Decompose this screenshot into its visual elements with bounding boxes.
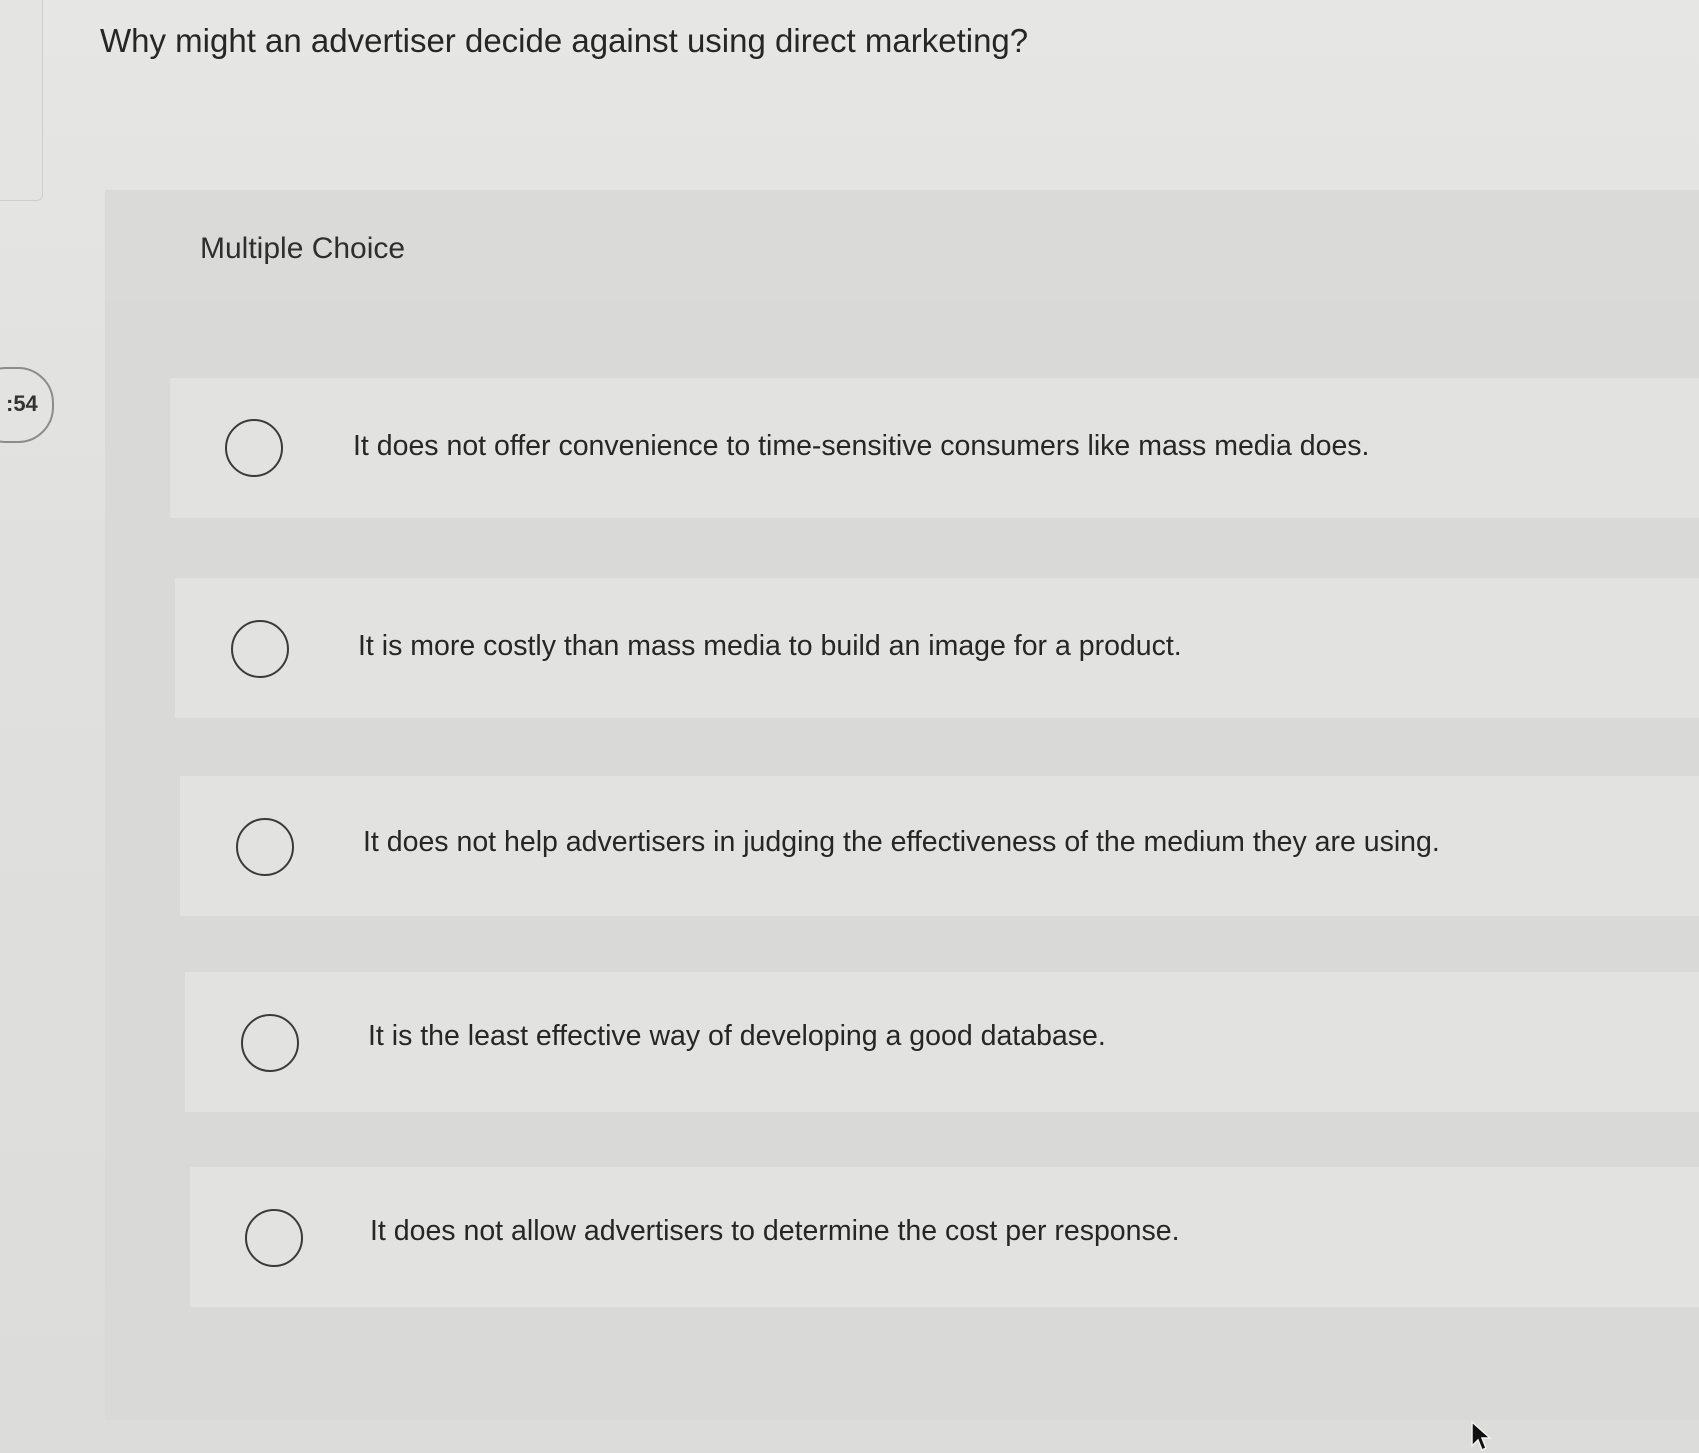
radio-unselected-icon[interactable] bbox=[225, 419, 283, 477]
mouse-pointer-icon bbox=[1471, 1420, 1492, 1452]
timer-text: :54 bbox=[6, 391, 38, 416]
radio-unselected-icon[interactable] bbox=[231, 620, 289, 678]
radio-unselected-icon[interactable] bbox=[236, 818, 294, 876]
answer-option-a[interactable]: It does not offer convenience to time-se… bbox=[170, 378, 1699, 518]
answer-option-b[interactable]: It is more costly than mass media to bui… bbox=[175, 578, 1699, 718]
answer-option-d[interactable]: It is the least effective way of develop… bbox=[185, 972, 1699, 1112]
answer-option-e-label: It does not allow advertisers to determi… bbox=[370, 1215, 1180, 1247]
timer-badge: :54 bbox=[0, 367, 54, 443]
answer-option-a-label: It does not offer convenience to time-se… bbox=[353, 430, 1370, 462]
answer-option-c[interactable]: It does not help advertisers in judging … bbox=[180, 776, 1699, 916]
answer-option-b-label: It is more costly than mass media to bui… bbox=[358, 630, 1182, 662]
answer-option-c-label: It does not help advertisers in judging … bbox=[363, 826, 1440, 858]
radio-unselected-icon[interactable] bbox=[245, 1209, 303, 1267]
quiz-page: :54 Why might an advertiser decide again… bbox=[0, 0, 1699, 1453]
answer-option-e[interactable]: It does not allow advertisers to determi… bbox=[190, 1167, 1699, 1307]
left-sidebar bbox=[0, 0, 43, 201]
question-type-label: Multiple Choice bbox=[200, 232, 406, 265]
question-prompt: Why might an advertiser decide against u… bbox=[100, 22, 1029, 59]
radio-unselected-icon[interactable] bbox=[241, 1014, 299, 1072]
answer-option-d-label: It is the least effective way of develop… bbox=[368, 1020, 1106, 1052]
